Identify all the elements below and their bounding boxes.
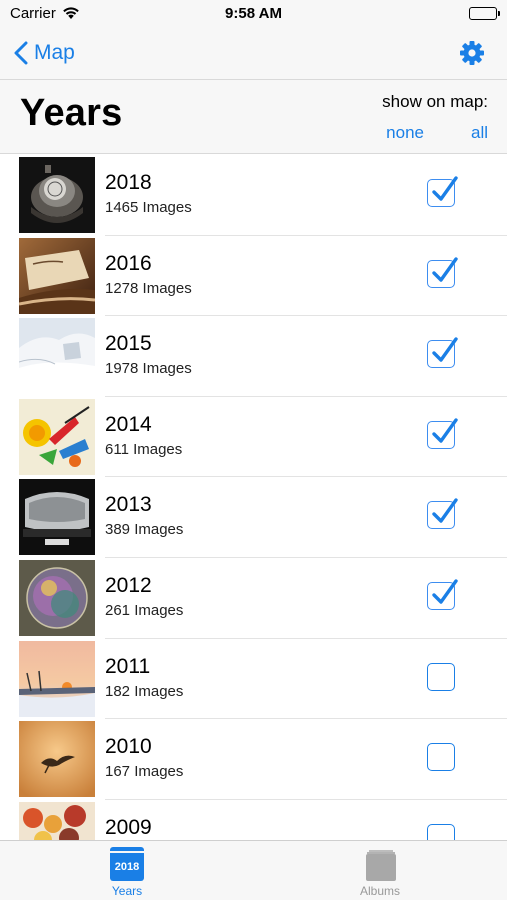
- settings-button[interactable]: [459, 40, 485, 66]
- year-row[interactable]: 2010 167 Images: [0, 719, 507, 800]
- calendar-year-icon: 2018: [110, 847, 144, 881]
- year-row[interactable]: 2016 1278 Images: [0, 235, 507, 317]
- year-label: 2016: [105, 251, 152, 275]
- checkmark-icon: [432, 337, 458, 362]
- show-on-map-checkbox[interactable]: [427, 743, 455, 772]
- checkmark-icon: [432, 176, 458, 201]
- show-on-map-checkbox[interactable]: [427, 579, 458, 610]
- image-count: 261 Images: [105, 601, 184, 619]
- tab-label: Albums: [359, 884, 400, 898]
- status-bar: Carrier 9:58 AM: [0, 0, 507, 28]
- show-on-map-label: show on map:: [382, 92, 488, 111]
- show-on-map-checkbox[interactable]: [427, 662, 455, 691]
- gear-icon: [460, 41, 484, 65]
- years-list: 2018 1465 Images 2016 1278 Images 2015 1…: [0, 155, 507, 840]
- year-thumbnail: [19, 237, 95, 314]
- navigation-bar: Map: [0, 28, 507, 80]
- tab-bar: 2018 Years Albums: [0, 840, 507, 900]
- year-row[interactable]: 2014 611 Images: [0, 396, 507, 478]
- year-thumbnail: [19, 479, 95, 556]
- year-thumbnail: [19, 398, 95, 475]
- back-button-label: Map: [34, 41, 75, 64]
- year-thumbnail: [19, 157, 95, 233]
- albums-stack-icon: [363, 847, 397, 881]
- checkmark-icon: [432, 498, 458, 524]
- show-on-map-checkbox[interactable]: [427, 337, 458, 369]
- image-count: 611 Images: [105, 440, 183, 458]
- image-count: 389 Images: [105, 521, 184, 539]
- show-on-map-checkbox[interactable]: [427, 498, 458, 530]
- back-to-map-button[interactable]: Map: [14, 38, 75, 68]
- year-label: 2013: [105, 493, 152, 517]
- show-on-map-checkbox[interactable]: [427, 823, 455, 840]
- checkmark-icon: [432, 579, 458, 604]
- year-thumbnail: [19, 801, 95, 840]
- year-label: 2009: [105, 815, 152, 839]
- checkmark-icon: [432, 256, 458, 282]
- year-thumbnail: [19, 318, 95, 395]
- chevron-left-icon: [14, 41, 28, 65]
- year-label: 2018: [105, 171, 152, 194]
- year-thumbnail: [19, 559, 95, 636]
- show-on-map-checkbox[interactable]: [427, 418, 458, 449]
- select-none-link[interactable]: none: [386, 123, 424, 143]
- year-label: 2015: [105, 332, 152, 356]
- year-thumbnail: [19, 721, 95, 798]
- checkmark-icon: [432, 418, 458, 443]
- year-thumbnail: [19, 640, 95, 717]
- tab-years[interactable]: 2018 Years: [67, 847, 187, 899]
- clock: 9:58 AM: [225, 5, 282, 22]
- year-row[interactable]: 2013 389 Images: [0, 477, 507, 558]
- year-row[interactable]: 2015 1978 Images: [0, 316, 507, 397]
- year-row[interactable]: 2011 182 Images: [0, 638, 507, 720]
- image-count: 1465 Images: [105, 199, 192, 216]
- image-count: 167 Images: [105, 763, 184, 781]
- year-row[interactable]: 2009: [0, 799, 507, 840]
- years-header: Years show on map: none all: [0, 80, 507, 154]
- year-row[interactable]: 2012 261 Images: [0, 557, 507, 639]
- tab-label: Years: [111, 884, 143, 898]
- year-label: 2010: [105, 735, 152, 759]
- image-count: 182 Images: [105, 682, 184, 700]
- page-title: Years: [20, 92, 123, 134]
- select-all-link[interactable]: all: [471, 123, 488, 143]
- year-label: 2012: [105, 573, 152, 597]
- tab-albums[interactable]: Albums: [320, 847, 440, 899]
- show-on-map-checkbox[interactable]: [427, 256, 458, 288]
- year-label: 2011: [105, 654, 151, 678]
- battery-icon: [469, 7, 500, 20]
- year-row[interactable]: 2018 1465 Images: [0, 155, 507, 236]
- image-count: 1978 Images: [105, 360, 192, 378]
- year-label: 2014: [105, 412, 152, 436]
- show-on-map-checkbox[interactable]: [427, 176, 458, 207]
- image-count: 1278 Images: [105, 279, 192, 297]
